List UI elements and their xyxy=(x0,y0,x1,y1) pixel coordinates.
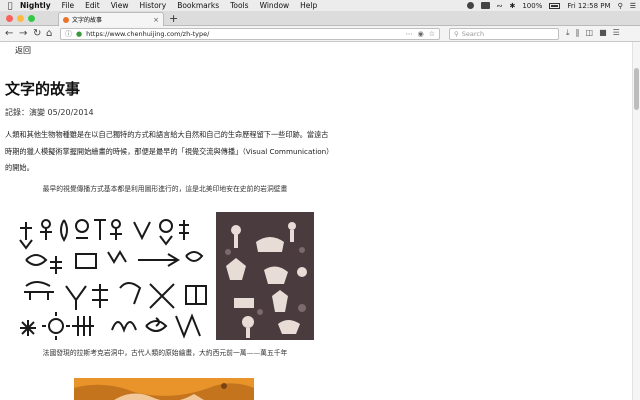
active-tab[interactable]: 文字的故事 × xyxy=(58,12,164,26)
macos-menubar:  Nightly File Edit View History Bookmar… xyxy=(0,0,640,11)
url-text[interactable]: https://www.chenhuijing.com/zh-type/ xyxy=(86,30,402,38)
sidebar-icon[interactable]: ◫ xyxy=(586,28,594,38)
info-icon[interactable]: ⓘ xyxy=(65,29,72,39)
zoom-window-button[interactable] xyxy=(28,15,35,22)
minimize-window-button[interactable] xyxy=(17,15,24,22)
page-title: 文字的故事 xyxy=(5,80,81,98)
scrollbar-thumb[interactable] xyxy=(634,68,639,110)
status-icon[interactable] xyxy=(466,2,474,9)
wifi-icon[interactable]: ∾ xyxy=(497,2,503,10)
bluetooth-icon[interactable]: ✱ xyxy=(509,2,515,10)
new-tab-button[interactable]: + xyxy=(169,12,178,25)
close-window-button[interactable] xyxy=(6,15,13,22)
back-link[interactable]: 返回 xyxy=(15,45,31,56)
menu-items: Nightly File Edit View History Bookmarks… xyxy=(20,1,317,10)
search-bar[interactable]: ⚲ Search xyxy=(449,28,559,40)
page-actions-icon[interactable]: ⋯ xyxy=(406,30,413,38)
spotlight-icon[interactable]: ⚲ xyxy=(618,2,623,10)
menu-view[interactable]: View xyxy=(111,1,129,10)
menu-app-name[interactable]: Nightly xyxy=(20,1,51,10)
tab-title: 文字的故事 xyxy=(72,17,103,24)
menu-history[interactable]: History xyxy=(140,1,167,10)
lascaux-cave-painting-image xyxy=(74,378,254,400)
post-meta: 記錄：演變 05/20/2014 xyxy=(5,108,94,117)
menu-edit[interactable]: Edit xyxy=(85,1,100,10)
url-bar[interactable]: ⓘ ● https://www.chenhuijing.com/zh-type/… xyxy=(60,28,440,40)
figure-caption-2: 法國發現的拉斯考克岩洞中，古代人類的原始繪畫，大約西元前一萬——萬五千年 xyxy=(42,349,288,357)
apple-icon[interactable]:  xyxy=(0,1,20,10)
petroglyph-symbols-image xyxy=(16,212,212,340)
clock[interactable]: Fri 12:58 PM xyxy=(567,2,610,10)
menu-tools[interactable]: Tools xyxy=(230,1,248,10)
page-content: 返回 文字的故事 記錄：演變 05/20/2014 人類和其他生物物種雖是在以自… xyxy=(0,42,640,400)
tab-strip: 文字的故事 × + xyxy=(0,11,640,26)
intro-paragraph: 人類和其他生物物種雖是在以自己獨特的方式和語言給大自然和自己的生命歷程留下一些印… xyxy=(5,130,330,172)
search-icon: ⚲ xyxy=(454,30,459,38)
search-input[interactable]: Search xyxy=(462,30,484,38)
menu-file[interactable]: File xyxy=(62,1,75,10)
download-icon[interactable]: ⤓ xyxy=(566,28,570,38)
battery-icon[interactable] xyxy=(549,2,561,9)
extension-icon[interactable]: ■ xyxy=(599,28,607,38)
reload-icon[interactable]: ↻ xyxy=(33,28,41,40)
menu-bookmarks[interactable]: Bookmarks xyxy=(177,1,219,10)
home-icon[interactable]: ⌂ xyxy=(46,28,52,40)
page-scrollbar[interactable] xyxy=(632,42,640,400)
menu-list-icon[interactable]: ☰ xyxy=(630,2,636,10)
menu-window[interactable]: Window xyxy=(260,1,290,10)
library-icon[interactable]: ∥ xyxy=(576,28,580,38)
display-icon[interactable] xyxy=(480,2,490,9)
status-area: ∾ ✱ 100% Fri 12:58 PM ⚲ ☰ xyxy=(466,0,636,11)
url-actions: ⋯ ◉ ☆ xyxy=(406,30,435,38)
forward-arrow-icon[interactable]: → xyxy=(19,28,27,40)
menu-help[interactable]: Help xyxy=(300,1,317,10)
tab-close-icon[interactable]: × xyxy=(153,16,159,24)
figure-caption-1: 最早的視覺傳播方式基本都是利用圖形進行的，這是北美印地安在史前的岩洞壁畫 xyxy=(42,185,288,193)
battery-percent: 100% xyxy=(522,1,543,10)
window-controls xyxy=(6,15,35,22)
lock-icon: ● xyxy=(76,30,83,38)
pocket-icon[interactable]: ◉ xyxy=(418,30,424,38)
toolbar-icons: ⤓ ∥ ◫ ■ ☰ xyxy=(566,28,620,38)
back-arrow-icon[interactable]: ← xyxy=(5,28,13,40)
hamburger-menu-icon[interactable]: ☰ xyxy=(613,28,620,38)
cave-rock-art-image xyxy=(216,212,314,340)
bookmark-star-icon[interactable]: ☆ xyxy=(429,30,435,38)
navigation-toolbar: ← → ↻ ⌂ ⓘ ● https://www.chenhuijing.com/… xyxy=(0,26,640,42)
favicon-icon xyxy=(63,16,69,23)
